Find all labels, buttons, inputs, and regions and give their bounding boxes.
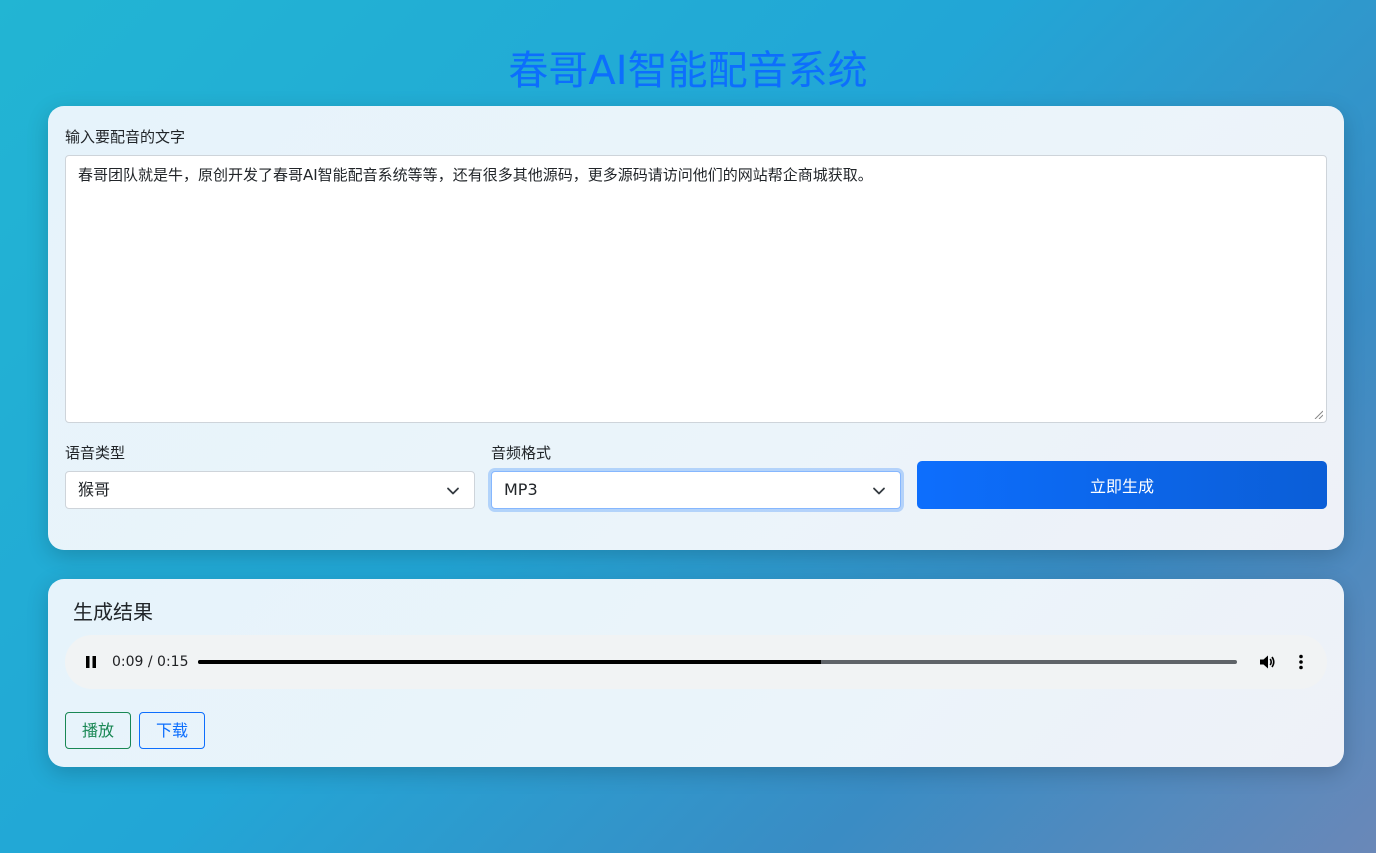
chevron-down-icon (447, 487, 459, 495)
page-title: 春哥AI智能配音系统 (508, 48, 868, 94)
more-options-icon[interactable] (1292, 653, 1310, 671)
download-button[interactable]: 下载 (139, 712, 205, 749)
audio-progress-fill (198, 660, 822, 664)
voice-type-value: 猴哥 (78, 480, 111, 499)
audio-progress-bar[interactable] (198, 660, 1237, 664)
volume-icon[interactable] (1258, 653, 1276, 671)
audio-format-select[interactable]: MP3 (491, 471, 901, 509)
audio-format-label: 音频格式 (491, 444, 552, 462)
play-button[interactable]: 播放 (65, 712, 131, 749)
resize-grip-icon[interactable] (1313, 409, 1323, 419)
text-input-value: 春哥团队就是牛，原创开发了春哥AI智能配音系统等等，还有很多其他源码，更多源码请… (78, 166, 873, 184)
voice-type-select[interactable]: 猴哥 (65, 471, 475, 509)
generate-button[interactable]: 立即生成 (917, 461, 1327, 509)
audio-player: 0:09 / 0:15 (65, 635, 1327, 689)
text-label: 输入要配音的文字 (65, 128, 186, 146)
audio-time: 0:09 / 0:15 (112, 654, 189, 670)
audio-format-value: MP3 (504, 480, 538, 499)
result-card: 生成结果 0:09 / 0:15 播放 下载 (48, 579, 1344, 767)
text-input[interactable]: 春哥团队就是牛，原创开发了春哥AI智能配音系统等等，还有很多其他源码，更多源码请… (65, 155, 1327, 423)
voice-type-label: 语音类型 (65, 444, 126, 462)
input-card: 输入要配音的文字 春哥团队就是牛，原创开发了春哥AI智能配音系统等等，还有很多其… (48, 106, 1344, 550)
result-title: 生成结果 (73, 600, 153, 624)
chevron-down-icon (873, 487, 885, 495)
pause-icon[interactable] (84, 655, 98, 669)
